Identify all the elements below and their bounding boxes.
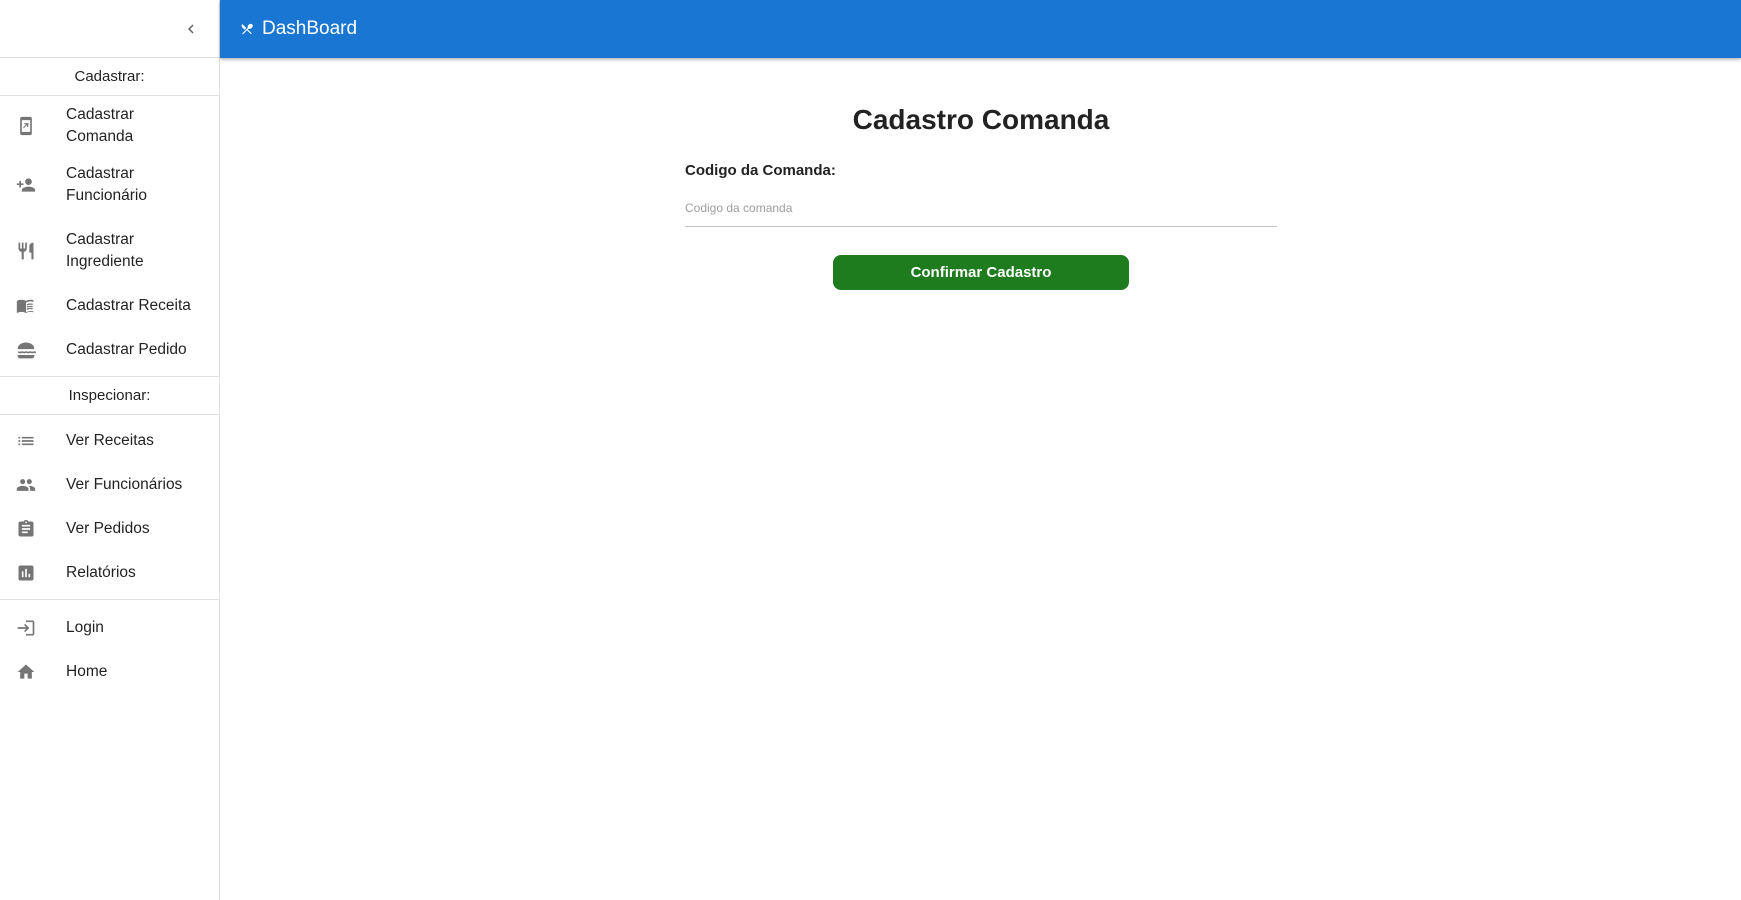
page-title: Cadastro Comanda: [852, 104, 1110, 135]
sidebar-item-home[interactable]: Home: [0, 650, 219, 694]
sidebar-item-label: Login: [66, 619, 104, 636]
sidebar-item-label: Cadastrar Receita: [66, 297, 191, 314]
confirmar-cadastro-button[interactable]: Confirmar Cadastro: [833, 255, 1129, 290]
sidebar-item-label: Relatórios: [66, 564, 136, 581]
sidebar-item-relatorios[interactable]: Relatórios: [0, 551, 219, 595]
sidebar-item-cadastrar-comanda[interactable]: Cadastrar Comanda: [0, 100, 219, 152]
menu-book-icon: [16, 296, 66, 316]
sidebar-item-cadastrar-funcionario[interactable]: Cadastrar Funcionário: [0, 152, 219, 218]
people-icon: [16, 475, 66, 495]
sidebar-item-label: Cadastrar Pedido: [66, 341, 187, 358]
sidebar-item-label: Cadastrar Ingrediente: [66, 231, 144, 270]
app-bar: DashBoard: [220, 0, 1741, 58]
lunch-dining-icon: [16, 340, 66, 360]
collapse-sidebar-button[interactable]: [173, 11, 209, 47]
sidebar-item-label: Ver Receitas: [66, 432, 154, 449]
codigo-comanda-input[interactable]: [685, 189, 1277, 227]
section-header-inspecionar: Inspecionar:: [0, 377, 219, 415]
sidebar-item-label: Cadastrar Funcionário: [66, 165, 147, 204]
sidebar-item-label: Ver Pedidos: [66, 520, 150, 537]
assessment-icon: [16, 563, 66, 583]
assignment-icon: [16, 519, 66, 539]
main-content: Cadastro Comanda Codigo da Comanda: Conf…: [220, 58, 1741, 900]
sidebar-item-ver-pedidos[interactable]: Ver Pedidos: [0, 507, 219, 551]
sidebar-item-label: Home: [66, 663, 108, 680]
login-icon: [16, 618, 66, 638]
codigo-comanda-label: Codigo da Comanda:: [685, 162, 836, 179]
sidebar-item-cadastrar-receita[interactable]: Cadastrar Receita: [0, 284, 219, 328]
sidebar-item-label: Ver Funcionários: [66, 476, 183, 493]
sidebar-item-ver-funcionarios[interactable]: Ver Funcionários: [0, 463, 219, 507]
person-add-icon: [16, 175, 66, 195]
nav-group-cadastrar: Cadastrar Comanda Cadastrar Funcionário …: [0, 96, 219, 376]
utensils-crossed-icon: [240, 22, 254, 36]
sidebar: Cadastrar: Cadastrar Comanda Cadastrar F…: [0, 0, 220, 900]
restaurant-icon: [16, 241, 66, 261]
sidebar-item-label: Cadastrar Comanda: [66, 106, 135, 145]
nav-group-inspecionar: Ver Receitas Ver Funcionários Ver Pedido…: [0, 415, 219, 599]
sidebar-item-cadastrar-pedido[interactable]: Cadastrar Pedido: [0, 328, 219, 372]
sidebar-header: [0, 0, 219, 58]
list-icon: [16, 431, 66, 451]
app-title: DashBoard: [262, 18, 358, 39]
tablet-arrow-icon: [16, 116, 66, 136]
section-header-cadastrar: Cadastrar:: [0, 58, 219, 96]
sidebar-item-login[interactable]: Login: [0, 606, 219, 650]
cadastro-comanda-form: Cadastro Comanda Codigo da Comanda: Conf…: [685, 104, 1277, 290]
sidebar-item-ver-receitas[interactable]: Ver Receitas: [0, 419, 219, 463]
home-icon: [16, 662, 66, 682]
nav-group-account: Login Home: [0, 600, 219, 694]
chevron-left-icon: [188, 24, 194, 34]
sidebar-item-cadastrar-ingrediente[interactable]: Cadastrar Ingrediente: [0, 218, 219, 284]
